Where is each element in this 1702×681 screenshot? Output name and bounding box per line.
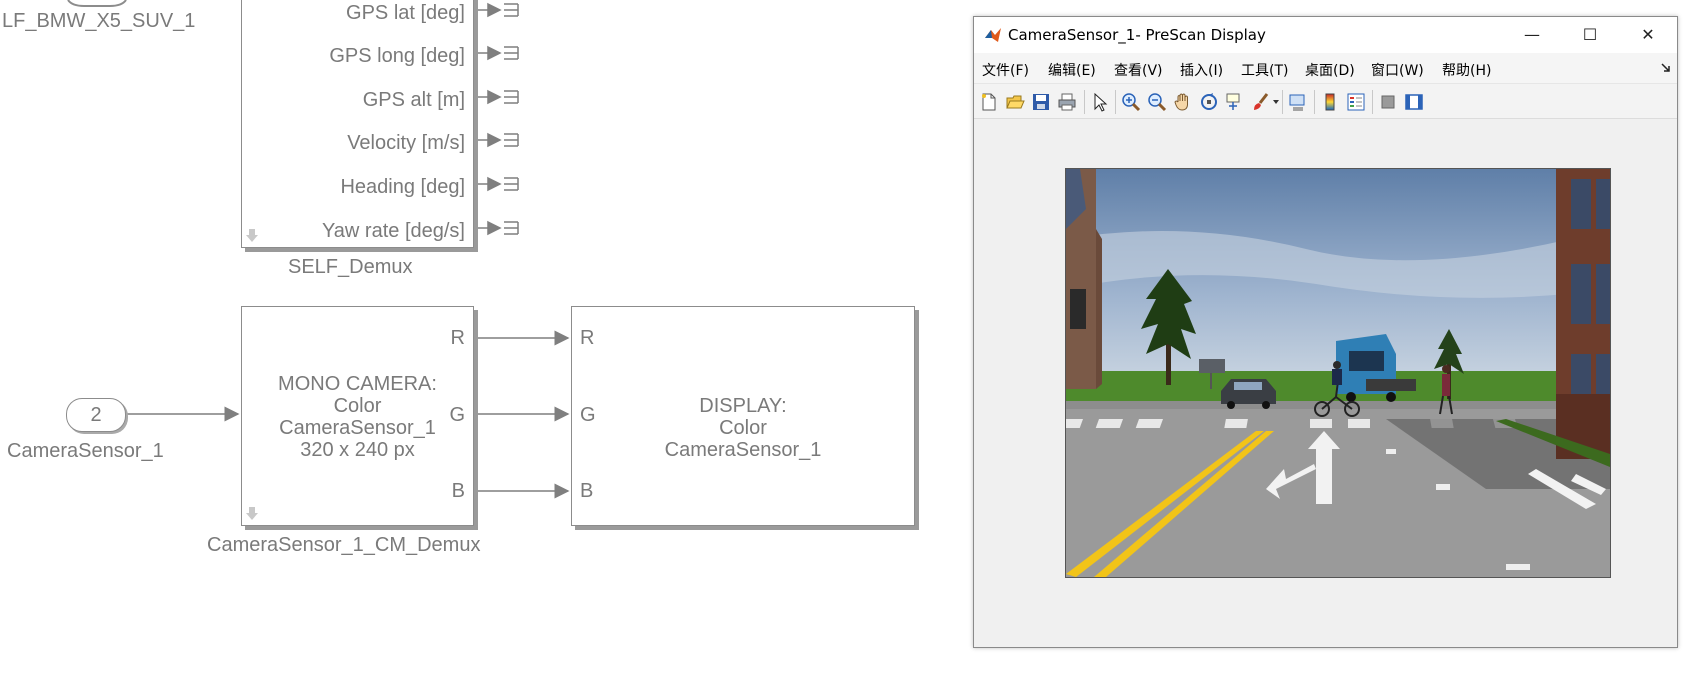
mono-camera-block[interactable]: R G B MONO CAMERA: Color CameraSensor_1 … — [241, 306, 474, 526]
show-plot-tools-icon[interactable] — [1404, 92, 1424, 112]
window-title: CameraSensor_1- PreScan Display — [1008, 26, 1266, 44]
down-arrow-icon — [246, 229, 258, 242]
toolbar-separator — [1084, 90, 1085, 114]
menu-window[interactable]: 窗口(W) — [1371, 60, 1424, 80]
toolbar-separator — [1314, 90, 1315, 114]
self-demux-output-terminators — [474, 2, 502, 236]
mono-line-1: MONO CAMERA: — [278, 373, 437, 395]
menu-view[interactable]: 查看(V) — [1114, 60, 1163, 80]
toolbar-separator — [1282, 90, 1283, 114]
menu-help[interactable]: 帮助(H) — [1442, 60, 1491, 80]
port-b-out: B — [451, 480, 465, 502]
menu-edit[interactable]: 编辑(E) — [1048, 60, 1096, 80]
minimize-button[interactable]: — — [1503, 17, 1561, 53]
self-demux-block[interactable]: GPS lat [deg] GPS long [deg] GPS alt [m]… — [241, 0, 474, 248]
menu-file[interactable]: 文件(F) — [982, 60, 1029, 80]
inport-2[interactable]: 2 — [66, 398, 126, 432]
rotate-3d-icon[interactable] — [1199, 92, 1219, 112]
port-gps-long: GPS long [deg] — [329, 45, 465, 67]
link-plot-icon[interactable] — [1288, 92, 1308, 112]
dock-arrow-icon[interactable] — [1661, 63, 1671, 73]
colorbar-icon[interactable] — [1320, 92, 1340, 112]
save-icon[interactable] — [1031, 92, 1051, 112]
menu-tools[interactable]: 工具(T) — [1241, 60, 1288, 80]
port-heading: Heading [deg] — [340, 176, 465, 198]
port-b-in: B — [580, 480, 594, 502]
toolbar — [974, 83, 1677, 119]
display-line-3: CameraSensor_1 — [664, 439, 822, 461]
camera-image — [1065, 168, 1611, 578]
display-line-1: DISPLAY: — [699, 395, 787, 417]
pan-hand-icon[interactable] — [1173, 92, 1193, 112]
print-icon[interactable] — [1057, 92, 1077, 112]
self-demux-name: SELF_Demux — [288, 256, 413, 278]
mono-camera-text: MONO CAMERA: Color CameraSensor_1 320 x … — [242, 373, 473, 461]
port-gps-lat: GPS lat [deg] — [346, 2, 465, 24]
menu-bar: 文件(F) 编辑(E) 查看(V) 插入(I) 工具(T) 桌面(D) 窗口(W… — [974, 53, 1677, 83]
port-r-in: R — [580, 327, 595, 349]
mono-line-4: 320 x 240 px — [300, 439, 415, 461]
title-bar[interactable]: CameraSensor_1- PreScan Display — ☐ ✕ — [974, 17, 1677, 53]
zoom-out-icon[interactable] — [1147, 92, 1167, 112]
toolbar-separator — [1372, 90, 1373, 114]
toolbar-separator — [1115, 90, 1116, 114]
data-cursor-icon[interactable] — [1225, 92, 1245, 112]
menu-insert[interactable]: 插入(I) — [1180, 60, 1223, 80]
close-button[interactable]: ✕ — [1619, 17, 1677, 53]
brush-icon[interactable] — [1251, 92, 1271, 112]
new-figure-icon[interactable] — [979, 92, 999, 112]
pointer-icon[interactable] — [1090, 92, 1110, 112]
inport2-label: CameraSensor_1 — [7, 440, 164, 462]
open-file-icon[interactable] — [1005, 92, 1025, 112]
mono-line-3: CameraSensor_1 — [279, 417, 436, 439]
camera-scene-graphic — [1066, 169, 1610, 577]
inport1-partial[interactable] — [67, 0, 127, 7]
zoom-in-icon[interactable] — [1121, 92, 1141, 112]
menu-desktop[interactable]: 桌面(D) — [1305, 60, 1355, 80]
legend-icon[interactable] — [1346, 92, 1366, 112]
brush-dropdown-icon[interactable] — [1273, 100, 1279, 105]
port-yaw-rate: Yaw rate [deg/s] — [321, 220, 465, 242]
figure-window[interactable]: CameraSensor_1- PreScan Display — ☐ ✕ 文件… — [973, 16, 1678, 648]
inport1-label: LF_BMW_X5_SUV_1 — [2, 10, 196, 32]
mono-camera-name: CameraSensor_1_CM_Demux — [207, 534, 481, 556]
port-gps-alt: GPS alt [m] — [362, 89, 465, 111]
maximize-button[interactable]: ☐ — [1561, 17, 1619, 53]
hide-plot-tools-icon[interactable] — [1378, 92, 1398, 112]
mono-line-2: Color — [333, 395, 382, 417]
port-velocity: Velocity [m/s] — [347, 132, 465, 154]
display-line-2: Color — [719, 417, 767, 439]
display-text: DISPLAY: Color CameraSensor_1 — [572, 395, 914, 461]
matlab-logo-icon — [985, 28, 1001, 42]
port-r-out: R — [450, 327, 465, 349]
display-block[interactable]: R G B DISPLAY: Color CameraSensor_1 — [571, 306, 915, 526]
down-arrow-icon — [246, 507, 258, 520]
